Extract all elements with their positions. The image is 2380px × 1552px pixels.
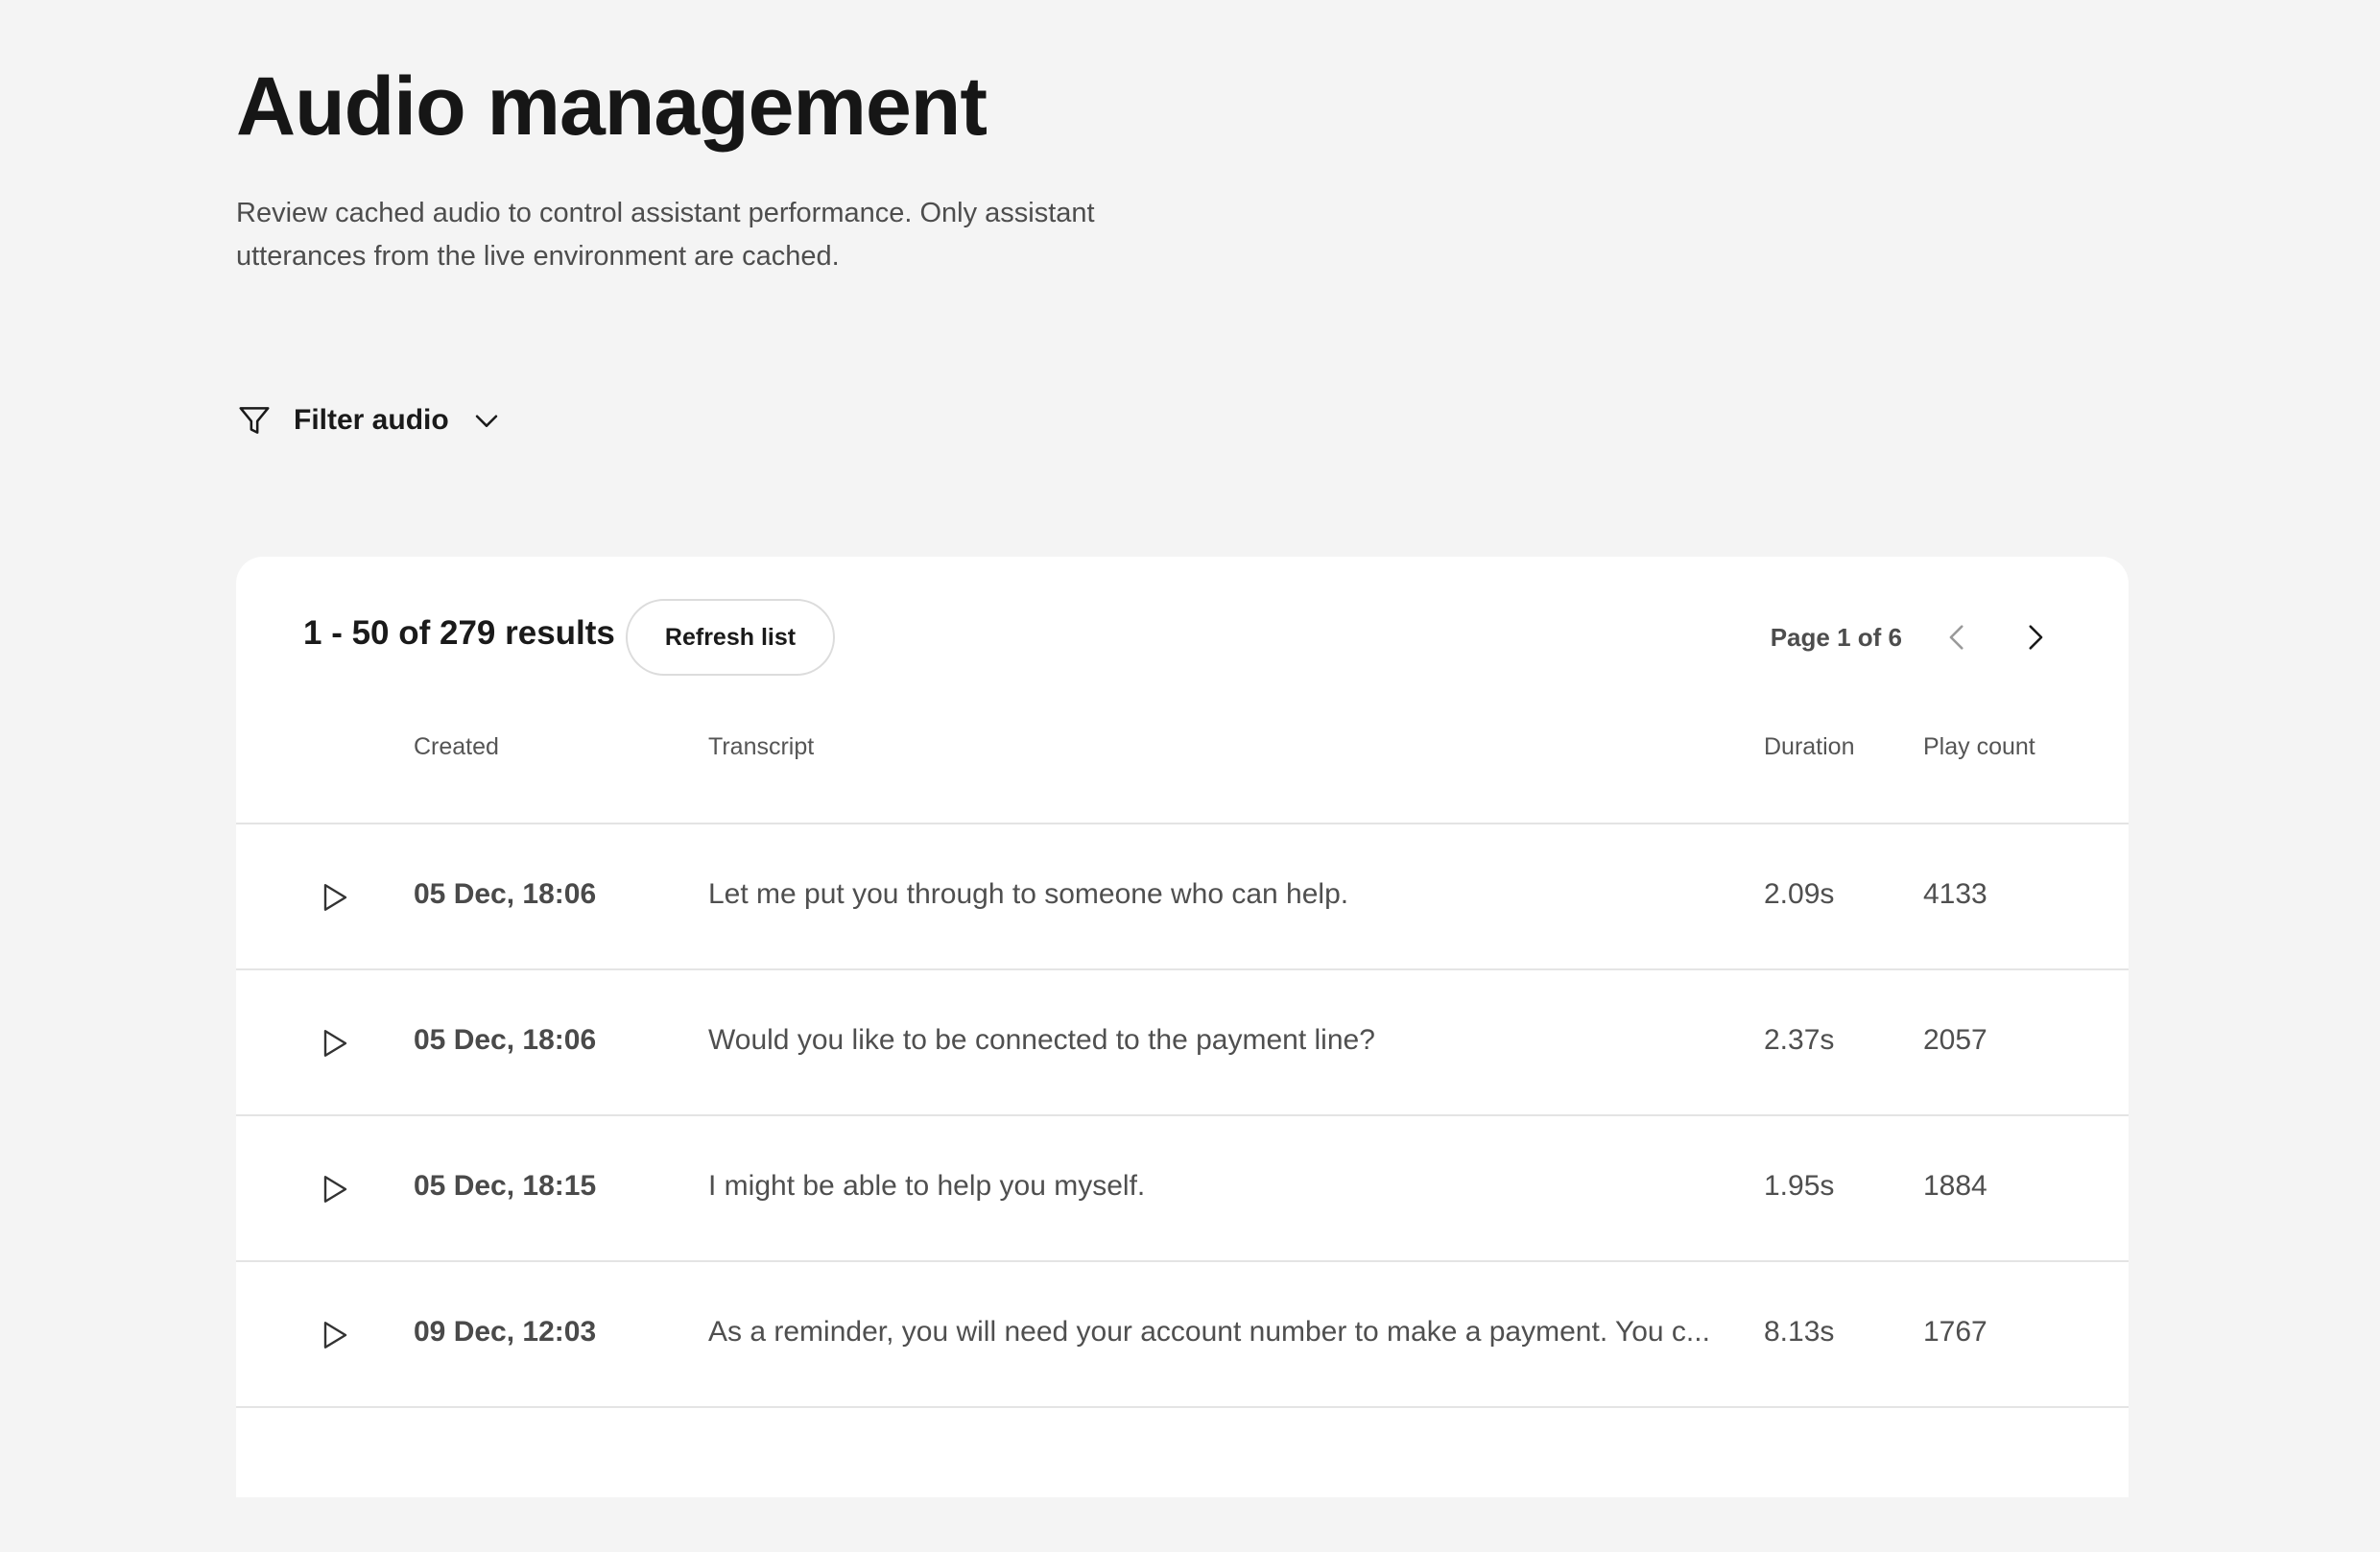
created-cell: 05 Dec, 18:06 — [414, 1024, 597, 1056]
play-button[interactable] — [303, 867, 365, 928]
play-button[interactable] — [303, 1304, 365, 1366]
duration-cell: 8.13s — [1764, 1316, 1835, 1348]
play-count-cell: 1767 — [1923, 1316, 1987, 1348]
table-row[interactable]: 05 Dec, 18:06 Let me put you through to … — [236, 823, 2129, 968]
play-icon — [323, 884, 347, 911]
play-count-cell: 4133 — [1923, 878, 1987, 910]
play-button[interactable] — [303, 1013, 365, 1074]
table-row[interactable]: 05 Dec, 18:06 Would you like to be conne… — [236, 968, 2129, 1114]
audio-results-card: 1 - 50 of 279 results Refresh list Page … — [236, 557, 2129, 1497]
duration-cell: 1.95s — [1764, 1170, 1835, 1202]
play-count-cell: 2057 — [1923, 1024, 1987, 1056]
table-row[interactable]: 05 Dec, 18:15 I might be able to help yo… — [236, 1114, 2129, 1260]
column-header-created[interactable]: Created — [414, 733, 499, 761]
created-cell: 05 Dec, 18:06 — [414, 878, 597, 910]
table-header: Created Transcript Duration Play count — [236, 557, 2129, 824]
table-row[interactable]: 09 Dec, 12:03 As a reminder, you will ne… — [236, 1260, 2129, 1406]
chevron-down-icon — [475, 415, 497, 427]
filter-audio-toggle[interactable]: Filter audio — [236, 397, 503, 443]
play-icon — [323, 1030, 347, 1057]
created-cell: 05 Dec, 18:15 — [414, 1170, 597, 1202]
created-cell: 09 Dec, 12:03 — [414, 1316, 597, 1348]
play-icon — [323, 1322, 347, 1349]
play-icon — [323, 1176, 347, 1203]
duration-cell: 2.09s — [1764, 878, 1835, 910]
table-row[interactable] — [236, 1406, 2129, 1552]
duration-cell: 2.37s — [1764, 1024, 1835, 1056]
page-description: Review cached audio to control assistant… — [236, 198, 1095, 272]
column-header-duration[interactable]: Duration — [1764, 733, 1855, 761]
filter-audio-label: Filter audio — [294, 404, 449, 436]
audio-table-body: 05 Dec, 18:06 Let me put you through to … — [236, 823, 2129, 1552]
play-count-cell: 1884 — [1923, 1170, 1987, 1202]
funnel-icon — [239, 407, 270, 434]
play-button[interactable] — [303, 1158, 365, 1220]
page-title: Audio management — [236, 60, 988, 153]
column-header-play-count[interactable]: Play count — [1923, 733, 2035, 761]
